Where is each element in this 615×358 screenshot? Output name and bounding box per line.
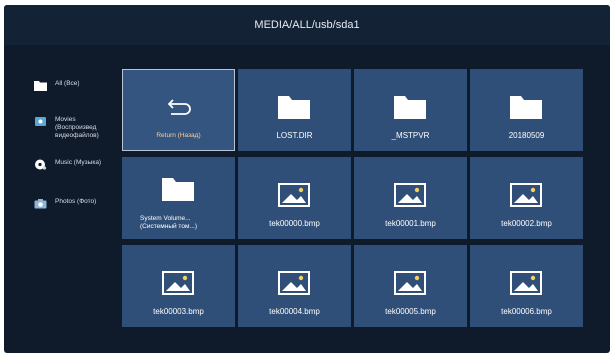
movie-icon <box>35 117 46 126</box>
sidebar-item-all[interactable]: All (Все) <box>34 80 80 91</box>
sidebar-item-music[interactable]: Music (Музыка) <box>34 159 101 170</box>
tile-label: System Volume... (Системный том...) <box>140 215 197 230</box>
sidebar-item-label: Photos (Фото) <box>55 198 97 205</box>
image-file-icon <box>162 271 194 295</box>
tile-label: _MSTPVR <box>391 131 430 140</box>
media-browser-screen: MEDIA/ALL/usb/sda1 All (Все) Movies (Вос… <box>4 5 610 353</box>
tile-label: tek00000.bmp <box>269 219 320 228</box>
tile-label: tek00006.bmp <box>501 307 552 316</box>
tile-label: tek00001.bmp <box>385 219 436 228</box>
tile-return[interactable]: Return (Назад) <box>122 69 235 151</box>
tile-folder[interactable]: 20180509 <box>470 69 583 151</box>
tile-label: tek00005.bmp <box>385 307 436 316</box>
tile-label: LOST.DIR <box>276 131 313 140</box>
tile-image-file[interactable]: tek00003.bmp <box>122 245 235 327</box>
folder-icon <box>162 178 194 201</box>
tile-image-file[interactable]: tek00002.bmp <box>470 157 583 239</box>
tile-label: tek00003.bmp <box>153 307 204 316</box>
return-icon <box>167 99 191 115</box>
tile-image-file[interactable]: tek00004.bmp <box>238 245 351 327</box>
image-file-icon <box>278 183 310 207</box>
tile-label: tek00002.bmp <box>501 219 552 228</box>
folder-icon <box>278 96 310 119</box>
tile-image-file[interactable]: tek00005.bmp <box>354 245 467 327</box>
camera-icon <box>34 199 47 209</box>
tile-image-file[interactable]: tek00000.bmp <box>238 157 351 239</box>
tile-folder[interactable]: System Volume... (Системный том...) <box>122 157 235 239</box>
image-file-icon <box>394 183 426 207</box>
tile-image-file[interactable]: tek00006.bmp <box>470 245 583 327</box>
tile-image-file[interactable]: tek00001.bmp <box>354 157 467 239</box>
folder-icon <box>34 81 47 91</box>
tile-folder[interactable]: LOST.DIR <box>238 69 351 151</box>
image-file-icon <box>510 183 542 207</box>
tile-label: 20180509 <box>508 131 545 140</box>
music-icon <box>35 159 47 170</box>
tile-label: Return (Назад) <box>156 132 201 139</box>
image-file-icon <box>394 271 426 295</box>
tile-folder[interactable]: _MSTPVR <box>354 69 467 151</box>
current-path: MEDIA/ALL/usb/sda1 <box>254 19 360 31</box>
path-bar: MEDIA/ALL/usb/sda1 <box>4 5 610 45</box>
tile-label: tek00004.bmp <box>269 307 320 316</box>
sidebar-item-label: All (Все) <box>55 80 80 87</box>
folder-icon <box>510 96 542 119</box>
sidebar-item-movies[interactable]: Movies (Воспроизвед видеофайлов) <box>34 116 99 140</box>
sidebar-item-label: Music (Музыка) <box>55 159 102 166</box>
folder-icon <box>394 96 426 119</box>
sidebar-item-label: Movies (Воспроизвед видеофайлов) <box>55 116 99 139</box>
image-file-icon <box>278 271 310 295</box>
sidebar-item-photos[interactable]: Photos (Фото) <box>34 198 96 209</box>
image-file-icon <box>510 271 542 295</box>
